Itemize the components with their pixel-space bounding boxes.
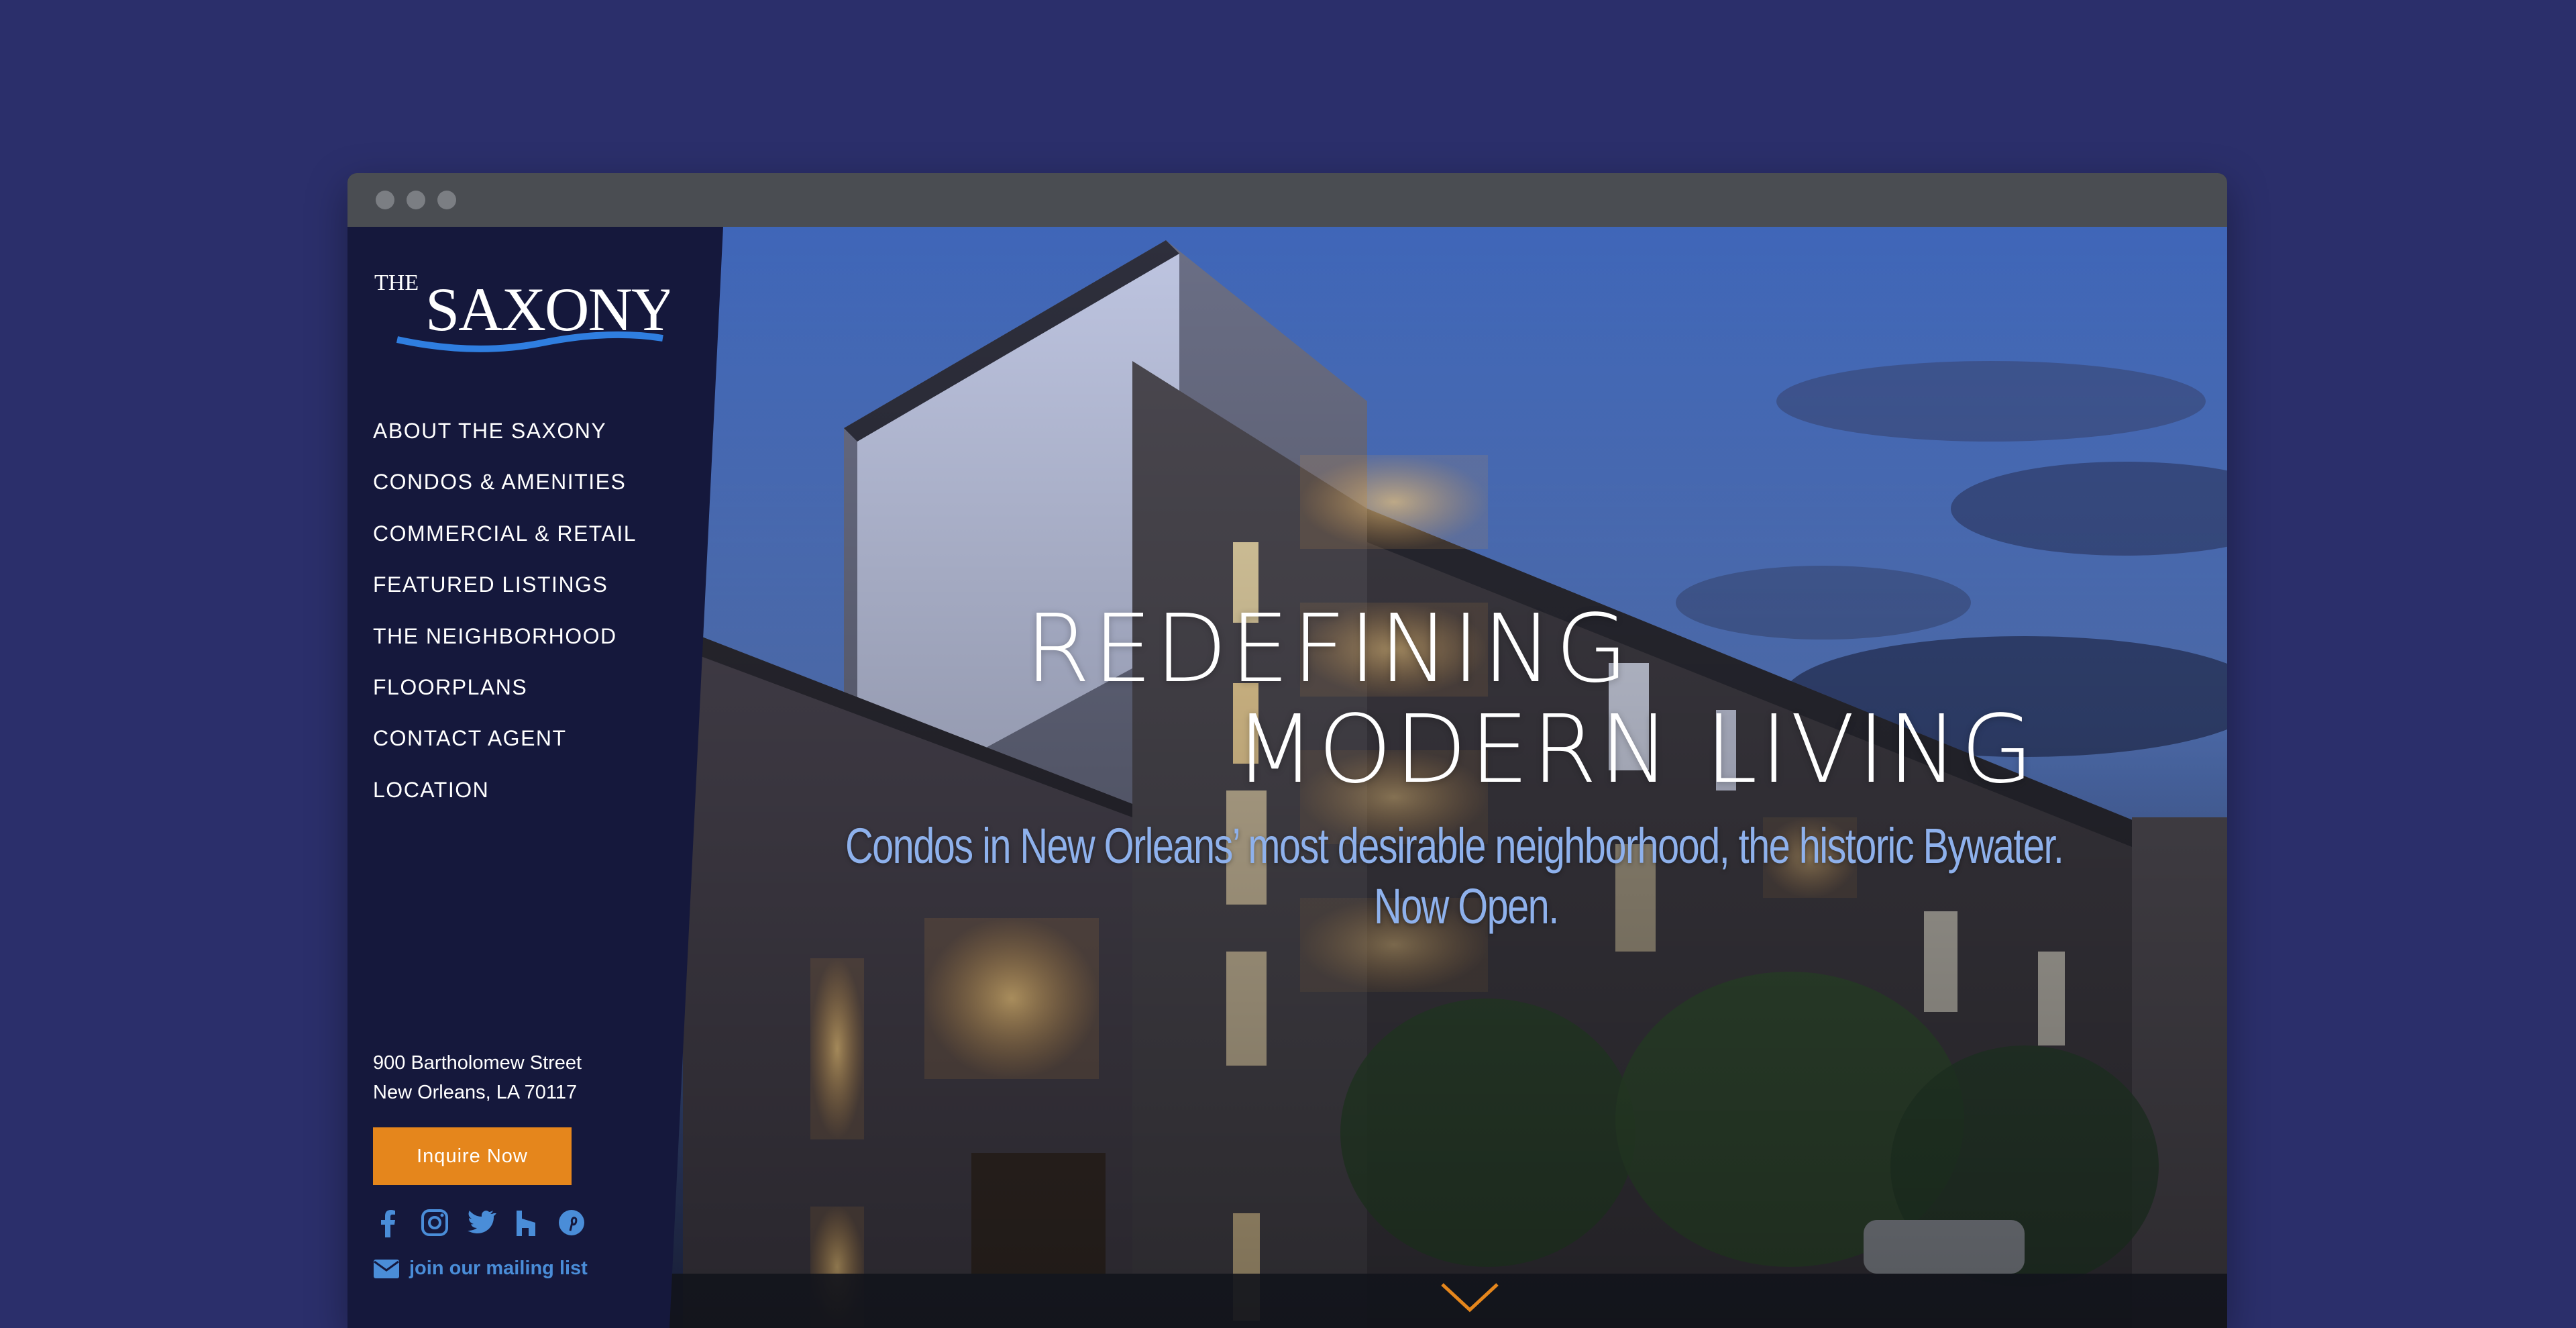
window-maximize-dot[interactable] — [437, 191, 456, 209]
facebook-icon[interactable] — [373, 1208, 405, 1237]
houzz-icon[interactable] — [510, 1208, 542, 1237]
twitter-icon[interactable] — [464, 1208, 496, 1237]
nav-item-about[interactable]: ABOUT THE SAXONY — [373, 417, 637, 468]
address-line2: New Orleans, LA 70117 — [373, 1082, 578, 1103]
hero-subheadline-line1: Condos in New Orleans’ most desirable ne… — [845, 818, 2064, 874]
envelope-icon — [374, 1259, 399, 1278]
nav-item-listings[interactable]: FEATURED LISTINGS — [373, 571, 637, 622]
instagram-icon[interactable] — [419, 1208, 451, 1237]
sidebar: THE SAXONY ABOUT THE SAXONY CONDOS & AME… — [347, 227, 723, 1328]
window-minimize-dot[interactable] — [407, 191, 425, 209]
nav-item-contact[interactable]: CONTACT AGENT — [373, 725, 637, 776]
nav-item-condos[interactable]: CONDOS & AMENITIES — [373, 468, 637, 519]
pinterest-icon[interactable] — [555, 1208, 588, 1237]
social-links — [373, 1208, 588, 1237]
saxony-logo[interactable]: THE SAXONY — [374, 266, 669, 356]
nav-item-commercial[interactable]: COMMERCIAL & RETAIL — [373, 520, 637, 571]
svg-text:THE: THE — [374, 270, 419, 295]
address: 900 Bartholomew Street New Orleans, LA 7… — [373, 1048, 582, 1107]
browser-window: THE SAXONY ABOUT THE SAXONY CONDOS & AME… — [347, 173, 2227, 1328]
address-line1: 900 Bartholomew Street — [373, 1052, 582, 1074]
nav-item-neighborhood[interactable]: THE NEIGHBORHOOD — [373, 623, 637, 674]
hero-headline-line1: REDEFINING — [1025, 595, 1631, 704]
chevron-down-icon[interactable] — [1440, 1280, 1500, 1314]
inquire-now-button[interactable]: Inquire Now — [373, 1127, 572, 1185]
hero-subheadline-line2: Now Open. — [1374, 878, 1559, 934]
window-titlebar — [347, 173, 2227, 227]
main-nav: ABOUT THE SAXONY CONDOS & AMENITIES COMM… — [373, 417, 637, 827]
nav-item-location[interactable]: LOCATION — [373, 776, 637, 827]
hero-headline-line2: MODERN LIVING — [1234, 695, 2037, 805]
nav-item-floorplans[interactable]: FLOORPLANS — [373, 674, 637, 725]
mailing-list-label: join our mailing list — [409, 1258, 588, 1279]
page-content: THE SAXONY ABOUT THE SAXONY CONDOS & AME… — [347, 227, 2227, 1328]
window-close-dot[interactable] — [376, 191, 394, 209]
mailing-list-link[interactable]: join our mailing list — [373, 1258, 588, 1280]
